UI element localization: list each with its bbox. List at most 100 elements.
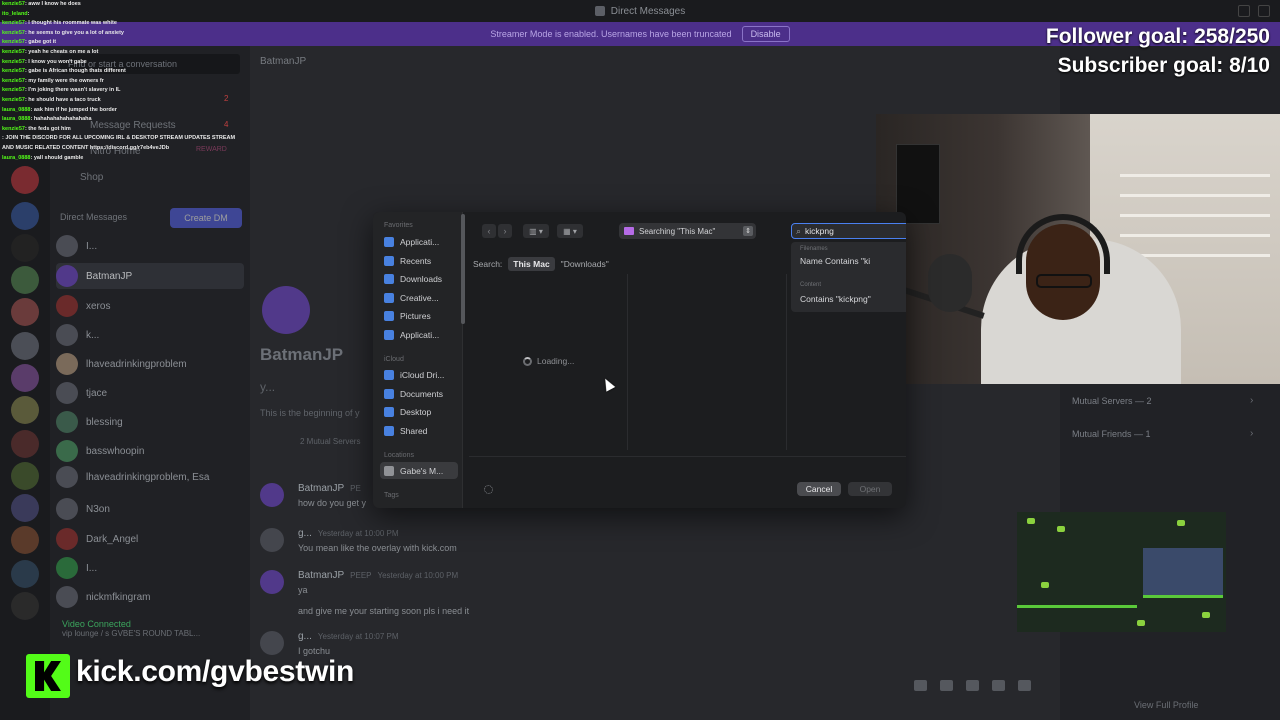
avatar [56, 498, 78, 520]
mutual-servers-row[interactable]: Mutual Servers — 2 [1072, 396, 1152, 406]
cloud-icon [384, 369, 394, 380]
content-header: Content [800, 282, 822, 288]
sidebar-item-shared[interactable]: Shared [380, 422, 458, 439]
sidebar-item-creative[interactable]: Creative... [380, 289, 458, 306]
channel-title: BatmanJP [260, 56, 307, 67]
gif-icon[interactable] [940, 680, 953, 691]
server-icon[interactable] [11, 364, 39, 392]
scope-downloads[interactable]: "Downloads" [561, 259, 609, 269]
dm-item[interactable]: lhaveadrinkingproblem [56, 351, 244, 377]
chat-message: laura_0888: yall should gamble [2, 154, 242, 164]
server-icon[interactable] [11, 234, 39, 262]
dm-icon [594, 6, 605, 16]
server-icon[interactable] [11, 266, 39, 294]
column-view-button[interactable]: ▥ ▾ [523, 224, 549, 238]
suggestion-name-contains[interactable]: Name Contains "ki [800, 256, 870, 266]
icloud-header: iCloud [384, 356, 404, 363]
screen: Direct Messages Streamer Mode is enabled… [0, 0, 1280, 720]
search-input[interactable]: ⌕ kickpng [791, 223, 906, 239]
dm-item[interactable]: basswhoopin [56, 438, 244, 464]
search-input-value: kickpng [805, 226, 834, 236]
message-text: ya [298, 585, 308, 595]
dm-item[interactable]: blessing [56, 409, 244, 435]
server-icon[interactable] [11, 166, 39, 194]
sidebar-item-gabes-mac[interactable]: Gabe's M... [380, 462, 458, 479]
dm-item-batmanjp[interactable]: BatmanJP [56, 263, 244, 289]
sidebar-item-recents[interactable]: Recents [380, 252, 458, 269]
chat-text: : I'm joking there wasn't slavery in IL [24, 87, 121, 94]
group-view-button[interactable]: ▦ ▾ [557, 224, 583, 238]
server-icon[interactable] [11, 462, 39, 490]
cancel-button[interactable]: Cancel [797, 482, 841, 496]
minimize-button[interactable] [1238, 5, 1250, 17]
apps-icon[interactable] [1018, 680, 1031, 691]
message: and give me your starting soon pls i nee… [298, 602, 469, 616]
sidebar-item-documents[interactable]: Documents [380, 385, 458, 402]
server-icon[interactable] [11, 396, 39, 424]
shop-link[interactable]: Shop [80, 172, 103, 183]
server-icon[interactable] [11, 332, 39, 360]
chat-message: laura_0888: hahahahahahahahaha [2, 115, 242, 125]
tags-header: Tags [384, 492, 399, 499]
chat-username: kenzie57 [2, 39, 25, 46]
server-icon[interactable] [11, 560, 39, 588]
create-dm-button[interactable]: Create DM [170, 208, 242, 228]
avatar [260, 528, 284, 552]
server-icon[interactable] [11, 526, 39, 554]
dm-item[interactable]: Dark_Angel [56, 526, 244, 552]
forward-button[interactable]: › [498, 224, 512, 238]
chat-username: kenzie57 [2, 29, 25, 36]
server-icon[interactable] [11, 494, 39, 522]
chat-text: : my family were the owners fr [24, 77, 104, 84]
sidebar-item-icloud-drive[interactable]: iCloud Dri... [380, 366, 458, 383]
suggestion-contains[interactable]: Contains "kickpng" [800, 294, 871, 304]
sidebar-item-applications[interactable]: Applicati... [380, 233, 458, 250]
dm-item[interactable]: nickmfkingram [56, 584, 244, 610]
chat-text: : hahahahahahahahaha [30, 116, 92, 123]
sidebar-item-desktop[interactable]: Desktop [380, 403, 458, 420]
add-server-icon[interactable] [11, 592, 39, 620]
server-icon[interactable] [11, 202, 39, 230]
chat-text: : I know you won't gabe [24, 58, 87, 65]
location-popup[interactable]: Searching "This Mac" ⇕ [619, 223, 756, 239]
sidebar-item-downloads[interactable]: Downloads [380, 270, 458, 287]
dm-item[interactable]: I... [56, 555, 244, 581]
dm-item[interactable]: lhaveadrinkingproblem, Esa [56, 464, 244, 490]
gift-icon[interactable] [914, 680, 927, 691]
emoji-icon[interactable] [992, 680, 1005, 691]
back-button[interactable]: ‹ [482, 224, 496, 238]
message-text: and give me your starting soon pls i nee… [298, 606, 470, 616]
profile-avatar [262, 286, 310, 334]
clock-icon [384, 255, 394, 266]
sidebar-item-pictures[interactable]: Pictures [380, 307, 458, 324]
scope-this-mac[interactable]: This Mac [508, 257, 555, 271]
streamer-mode-text: Streamer Mode is enabled. Usernames have… [490, 29, 732, 39]
author-badge: PEEP [350, 571, 372, 580]
dm-item[interactable]: tjace [56, 380, 244, 406]
disable-streamer-mode-button[interactable]: Disable [741, 26, 790, 42]
server-icon[interactable] [11, 298, 39, 326]
sticker-icon[interactable] [966, 680, 979, 691]
dm-item[interactable]: I... [56, 233, 244, 259]
mutual-friends-row[interactable]: Mutual Friends — 1 [1072, 429, 1151, 439]
message-time: Yesterday at 10:07 PM [317, 632, 399, 641]
window-title: Direct Messages [610, 5, 686, 17]
shared-folder-icon [384, 425, 394, 436]
sidebar-scrollbar[interactable] [461, 214, 465, 324]
dm-item[interactable]: k... [56, 322, 244, 348]
chat-message: ito_leland: [2, 10, 242, 20]
open-button[interactable]: Open [848, 482, 892, 496]
chevron-right-icon: › [1250, 395, 1254, 406]
voice-status-text: Video Connected [62, 619, 131, 629]
chat-username: ito_leland [2, 10, 28, 17]
sidebar-item-applications-2[interactable]: Applicati... [380, 326, 458, 343]
dm-item[interactable]: N3on [56, 496, 244, 522]
server-icon[interactable] [11, 430, 39, 458]
dm-item[interactable]: xeros [56, 293, 244, 319]
message-time: Yesterday at 10:00 PM [317, 529, 399, 538]
maximize-button[interactable] [1258, 5, 1270, 17]
favorites-header: Favorites [384, 222, 413, 229]
open-file-dialog: Favorites Applicati... Recents Downloads… [373, 212, 906, 508]
view-full-profile-link[interactable]: View Full Profile [1134, 700, 1198, 710]
mutual-servers-link[interactable]: 2 Mutual Servers [300, 437, 360, 446]
